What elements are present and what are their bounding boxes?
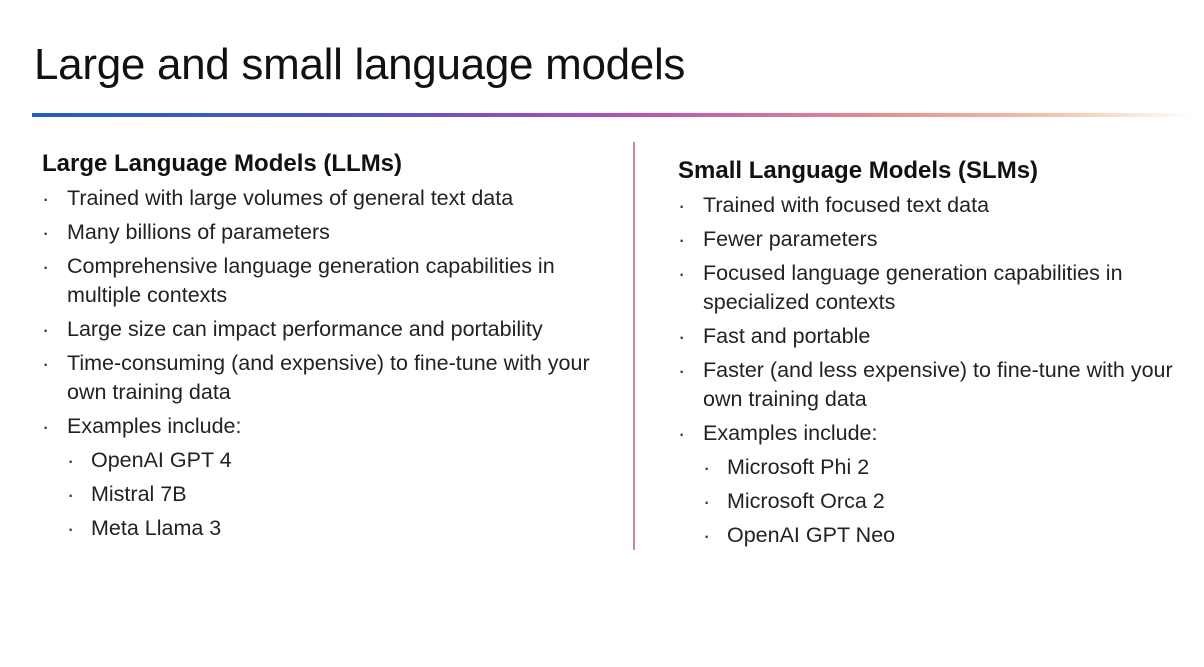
slm-bullet-item: Focused language generation capabilities… (678, 259, 1198, 317)
slide-title: Large and small language models (34, 40, 686, 89)
column-divider (633, 142, 635, 550)
title-gradient-rule (32, 113, 1192, 117)
llm-bullet-item: Time-consuming (and expensive) to fine-t… (42, 349, 602, 407)
llm-bullet-item: Trained with large volumes of general te… (42, 184, 602, 213)
slm-bullet-list: Trained with focused text data Fewer par… (678, 191, 1198, 550)
llm-column: Large Language Models (LLMs) Trained wit… (42, 146, 602, 548)
llm-bullet-item: Large size can impact performance and po… (42, 315, 602, 344)
slm-example-item: Microsoft Phi 2 (703, 453, 1198, 482)
llm-bullet-item-examples: Examples include: OpenAI GPT 4 Mistral 7… (42, 412, 602, 543)
slm-bullet-item: Fewer parameters (678, 225, 1198, 254)
llm-example-item: Meta Llama 3 (67, 514, 602, 543)
slm-bullet-item: Faster (and less expensive) to fine-tune… (678, 356, 1198, 414)
llm-bullet-item: Many billions of parameters (42, 218, 602, 247)
llm-bullet-item: Comprehensive language generation capabi… (42, 252, 602, 310)
llm-heading: Large Language Models (LLMs) (42, 150, 403, 177)
slide: Large and small language models Large La… (0, 0, 1204, 667)
slm-bullet-item: Fast and portable (678, 322, 1198, 351)
llm-examples-list: OpenAI GPT 4 Mistral 7B Meta Llama 3 (67, 446, 602, 543)
slm-heading: Small Language Models (SLMs) (678, 157, 1039, 184)
slm-examples-list: Microsoft Phi 2 Microsoft Orca 2 OpenAI … (703, 453, 1198, 550)
llm-example-item: OpenAI GPT 4 (67, 446, 602, 475)
slm-column: Small Language Models (SLMs) Trained wit… (678, 153, 1198, 555)
llm-bullet-list: Trained with large volumes of general te… (42, 184, 602, 543)
llm-examples-label: Examples include: (67, 414, 242, 438)
slm-bullet-item: Trained with focused text data (678, 191, 1198, 220)
slm-example-item: Microsoft Orca 2 (703, 487, 1198, 516)
slm-examples-label: Examples include: (703, 421, 878, 445)
llm-example-item: Mistral 7B (67, 480, 602, 509)
slm-bullet-item-examples: Examples include: Microsoft Phi 2 Micros… (678, 419, 1198, 550)
slm-example-item: OpenAI GPT Neo (703, 521, 1198, 550)
